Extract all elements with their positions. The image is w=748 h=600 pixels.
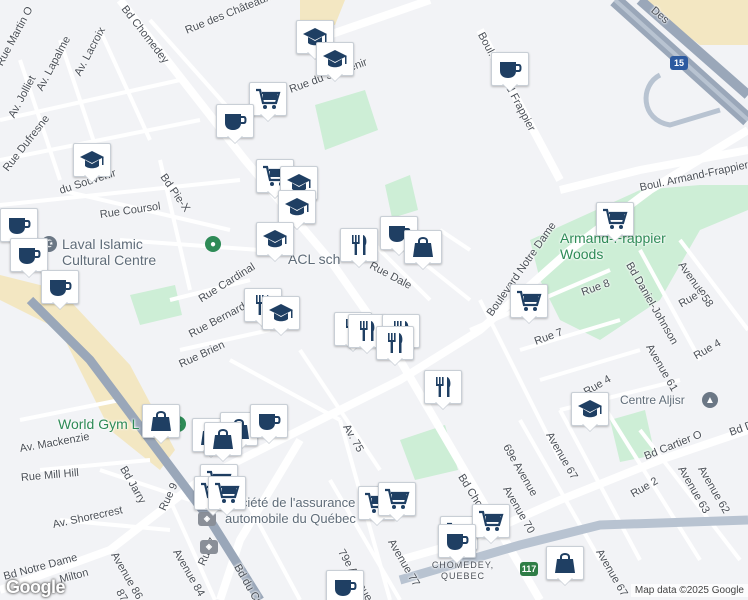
map-marker-shopping[interactable] xyxy=(404,230,442,270)
map-marker-school[interactable] xyxy=(316,42,354,82)
shopping-cart-icon xyxy=(516,289,542,313)
poi-label-islamic-centre[interactable]: Laval Islamic Cultural Centre xyxy=(62,236,162,268)
graduation-cap-icon xyxy=(262,227,288,251)
graduation-cap-icon xyxy=(79,148,105,172)
shopping-cart-icon xyxy=(602,207,628,231)
map-marker-cafe[interactable] xyxy=(326,570,364,600)
map-marker-cafe[interactable] xyxy=(491,52,529,92)
google-logo: Google xyxy=(6,577,66,597)
map-marker-restaurant[interactable] xyxy=(340,228,378,268)
highway-shield-15: 15 xyxy=(670,56,688,70)
map-marker-shopping[interactable] xyxy=(204,422,242,462)
coffee-cup-icon xyxy=(256,409,282,433)
coffee-cup-icon xyxy=(47,275,73,299)
coffee-cup-icon xyxy=(6,213,32,237)
shopping-bag-icon xyxy=(552,551,578,575)
map-attribution[interactable]: Map data ©2025 Google xyxy=(630,584,748,597)
map-marker-restaurant[interactable] xyxy=(376,326,414,366)
map-marker-restaurant[interactable] xyxy=(424,370,462,410)
graduation-cap-icon xyxy=(284,195,310,219)
coffee-cup-icon xyxy=(332,575,358,599)
map-marker-grocery[interactable] xyxy=(596,202,634,242)
map-marker-grocery[interactable] xyxy=(249,82,287,122)
shopping-cart-icon xyxy=(214,481,240,505)
highway-shield-117: 117 xyxy=(520,562,538,576)
coffee-cup-icon xyxy=(16,243,42,267)
map-marker-cafe[interactable] xyxy=(216,104,254,144)
poi-label-world-gym[interactable]: World Gym L xyxy=(58,417,139,431)
graduation-cap-icon xyxy=(577,397,603,421)
map-marker-school[interactable] xyxy=(262,296,300,336)
shopping-cart-icon xyxy=(478,509,504,533)
map-canvas[interactable]: Rue des Châteaux Av. Lacroix Av. Lapalme… xyxy=(0,0,748,600)
map-marker-grocery[interactable] xyxy=(208,476,246,516)
coffee-cup-icon xyxy=(497,57,523,81)
shopping-cart-icon xyxy=(384,487,410,511)
map-marker-grocery[interactable] xyxy=(510,284,548,324)
shopping-bag-icon xyxy=(148,409,174,433)
community-centre-icon: ▲ xyxy=(702,392,718,408)
fork-knife-icon xyxy=(430,375,456,399)
exit-shield: ◈ xyxy=(200,540,218,554)
map-marker-school[interactable] xyxy=(571,392,609,432)
map-marker-cafe[interactable] xyxy=(41,270,79,310)
shopping-bag-icon xyxy=(410,235,436,259)
map-marker-grocery[interactable] xyxy=(378,482,416,522)
graduation-cap-icon xyxy=(322,47,348,71)
map-marker-grocery[interactable] xyxy=(472,504,510,544)
fork-knife-icon xyxy=(382,331,408,355)
fork-knife-icon xyxy=(346,233,372,257)
map-marker-school[interactable] xyxy=(73,143,111,183)
park-icon: ● xyxy=(205,236,221,252)
shopping-bag-icon xyxy=(210,427,236,451)
poi-label-centre-aljisr[interactable]: Centre Aljisr xyxy=(620,394,685,406)
coffee-cup-icon xyxy=(444,529,470,553)
map-marker-cafe[interactable] xyxy=(250,404,288,444)
graduation-cap-icon xyxy=(268,301,294,325)
shopping-cart-icon xyxy=(255,87,281,111)
poi-label-saaq[interactable]: Société de l'assurance automobile du Qué… xyxy=(225,495,375,527)
coffee-cup-icon xyxy=(222,109,248,133)
map-marker-school[interactable] xyxy=(256,222,294,262)
map-marker-shopping[interactable] xyxy=(546,546,584,586)
map-marker-cafe[interactable] xyxy=(438,524,476,564)
map-marker-shopping[interactable] xyxy=(142,404,180,444)
poi-label-acl[interactable]: ACL sch xyxy=(288,252,340,266)
